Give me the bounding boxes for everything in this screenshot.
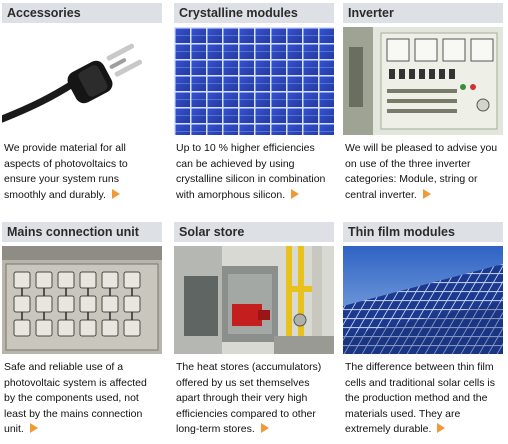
card-title[interactable]: Accessories	[2, 3, 162, 23]
card-description: Up to 10 % higher efficiencies can be ac…	[174, 141, 334, 203]
electric-meters-image[interactable]	[2, 246, 162, 354]
card-description-text: The difference between thin film cells a…	[345, 361, 495, 435]
card-title[interactable]: Inverter	[343, 3, 503, 23]
card-title[interactable]: Thin film modules	[343, 222, 503, 242]
product-card-inverter: Inverter We will be pleased to advise yo…	[343, 3, 503, 203]
product-card-accessories: Accessories We provide material for all …	[2, 3, 162, 203]
card-description: Safe and reliable use of a photovoltaic …	[2, 360, 162, 438]
orange-arrow-icon[interactable]	[260, 423, 269, 433]
card-description: The heat stores (accumulators) offered b…	[174, 360, 334, 438]
product-card-mains-connection-unit: Mains connection unit Safe and reliable …	[2, 222, 162, 438]
product-card-solar-store: Solar store The heat stores (accumulator…	[174, 222, 334, 438]
orange-arrow-icon[interactable]	[291, 188, 300, 199]
card-description-text: Safe and reliable use of a photovoltaic …	[4, 361, 147, 435]
orange-arrow-icon[interactable]	[437, 423, 446, 433]
card-description-text: The heat stores (accumulators) offered b…	[176, 361, 322, 435]
solar-cell-grid-image[interactable]	[174, 27, 334, 135]
inverter-cabinet-image[interactable]	[343, 27, 503, 135]
card-description: The difference between thin film cells a…	[343, 360, 503, 438]
orange-arrow-icon[interactable]	[422, 188, 431, 199]
card-description: We provide material for all aspects of p…	[2, 141, 162, 203]
card-title[interactable]: Crystalline modules	[174, 3, 334, 23]
heat-storage-boiler-image[interactable]	[174, 246, 334, 354]
card-description: We will be pleased to advise you on use …	[343, 141, 503, 203]
power-plug-image[interactable]	[2, 27, 162, 135]
card-title[interactable]: Mains connection unit	[2, 222, 162, 242]
product-card-crystalline-modules: Crystalline modules Up to 10 % higher ef…	[174, 3, 334, 203]
thin-film-panels-sky-image[interactable]	[343, 246, 503, 354]
card-description-text: We provide material for all aspects of p…	[4, 142, 128, 201]
card-description-text: We will be pleased to advise you on use …	[345, 142, 498, 201]
orange-arrow-icon[interactable]	[111, 188, 120, 199]
card-description-text: Up to 10 % higher efficiencies can be ac…	[176, 142, 326, 201]
product-card-thin-film-modules: Thin film modules The difference between…	[343, 222, 503, 438]
orange-arrow-icon[interactable]	[29, 423, 38, 433]
card-title[interactable]: Solar store	[174, 222, 334, 242]
